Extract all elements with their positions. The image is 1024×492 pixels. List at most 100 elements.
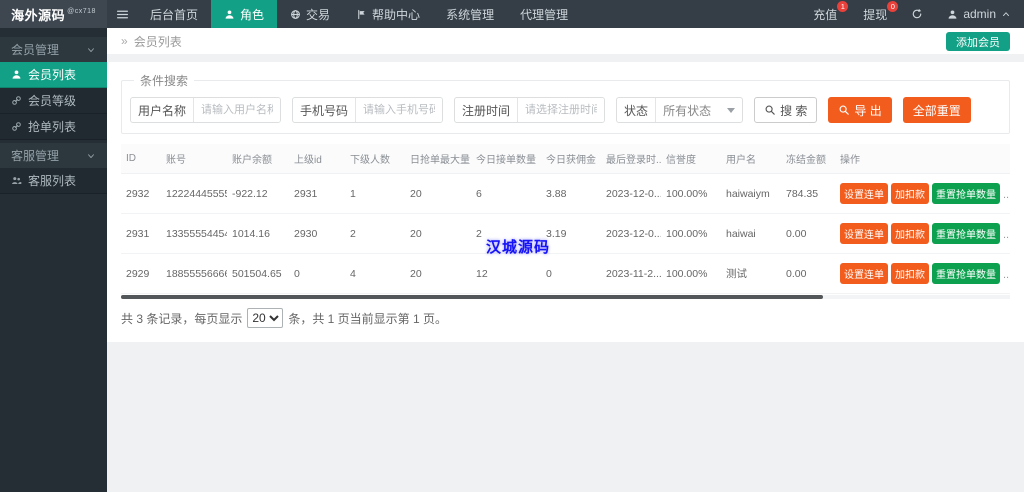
per-page-select[interactable]: 20	[247, 308, 284, 328]
more-actions-button[interactable]: ...	[1003, 269, 1010, 281]
reset-all-button[interactable]: 全部重置	[902, 97, 971, 123]
sidebar-item-label: 会员等级	[28, 94, 77, 108]
more-actions-button[interactable]: ...	[1003, 189, 1010, 201]
search-legend: 条件搜索	[140, 74, 189, 88]
breadcrumb-symbol: »	[121, 34, 128, 48]
table-row: 2931 13355554454 1014.16 2930 2 20 2 3.19 2023-1…	[121, 213, 1010, 254]
cell-subordinates: 1	[345, 173, 405, 214]
nav-item-help[interactable]: 帮助中心	[343, 0, 433, 28]
topbar: 海外源码 @cx718 后台首页 角色 交易 帮助中心 系统管理 代理管理 充值 1 提现 …	[0, 0, 1024, 28]
cell-parent_id: 2931	[289, 173, 345, 214]
globe-icon	[291, 9, 300, 19]
cell-username: 测试	[721, 253, 781, 294]
cell-frozen: 784.35	[781, 173, 835, 214]
status-select[interactable]: 所有状态	[656, 98, 742, 122]
cell-actions: 设置连单加扣款重置抢单数量...	[835, 213, 1010, 254]
status-field-group: 状态 所有状态	[616, 97, 744, 123]
search-filters: 用户名称 手机号码 注册时间 状态 所有状态	[130, 97, 1001, 123]
link-icon	[12, 122, 21, 131]
cell-credit: 100.00%	[661, 213, 721, 254]
user-icon	[948, 9, 957, 19]
nav-item-system[interactable]: 系统管理	[433, 0, 507, 28]
set-chain-button[interactable]: 设置连单	[840, 223, 888, 244]
menu-toggle-button[interactable]	[107, 0, 137, 28]
flag-icon	[358, 9, 365, 19]
chevron-up-icon	[1003, 12, 1009, 17]
reset-grab-count-button[interactable]: 重置抢单数量	[932, 183, 1000, 204]
user-icon	[12, 70, 21, 79]
withdraw-link[interactable]: 提现 0	[850, 0, 900, 28]
username-input[interactable]	[194, 98, 281, 122]
cell-today_orders: 12	[471, 253, 541, 294]
cell-subordinates: 4	[345, 253, 405, 294]
recharge-link[interactable]: 充值 1	[800, 0, 850, 28]
logo-superscript: @cx718	[67, 7, 96, 15]
nav-item-agent[interactable]: 代理管理	[507, 0, 581, 28]
cell-parent_id: 0	[289, 253, 345, 294]
cell-username: haiwaiym	[721, 173, 781, 214]
cell-username: haiwai	[721, 213, 781, 254]
column-header: 账号	[161, 144, 227, 174]
register-time-field-label: 注册时间	[455, 98, 519, 122]
register-time-input[interactable]	[518, 98, 605, 122]
reset-grab-count-button[interactable]: 重置抢单数量	[932, 223, 1000, 244]
cell-balance: -922.12	[227, 173, 289, 214]
cell-balance: 501504.65	[227, 253, 289, 294]
logo-text: 海外源码	[11, 7, 66, 23]
reset-grab-count-button[interactable]: 重置抢单数量	[932, 263, 1000, 284]
status-select-value: 所有状态	[663, 103, 712, 118]
refresh-button[interactable]	[900, 0, 934, 28]
sidebar-item-grab-order-list[interactable]: 抢单列表	[0, 114, 107, 140]
column-header: 日抢单最大量	[405, 144, 471, 174]
nav-item-home[interactable]: 后台首页	[137, 0, 211, 28]
cell-last_login: 2023-12-0...	[601, 213, 661, 254]
adjust-funds-button[interactable]: 加扣款	[891, 263, 929, 284]
users-icon	[11, 177, 22, 184]
more-actions-button[interactable]: ...	[1003, 229, 1010, 241]
username-field-label: 用户名称	[131, 98, 195, 122]
cell-actions: 设置连单加扣款重置抢单数量...	[835, 253, 1010, 294]
sidebar-item-label: 客服列表	[28, 174, 77, 188]
search-button[interactable]: 搜 索	[754, 97, 818, 123]
nav-item-label: 帮助中心	[372, 7, 421, 22]
nav-item-label: 交易	[306, 7, 331, 22]
set-chain-button[interactable]: 设置连单	[840, 263, 888, 284]
nav-item-roles[interactable]: 角色	[211, 0, 278, 28]
recharge-label: 充值	[813, 7, 838, 22]
cell-today_orders: 6	[471, 173, 541, 214]
nav-item-label: 角色	[240, 7, 265, 22]
sidebar-group-service-management[interactable]: 客服管理	[0, 143, 107, 168]
adjust-funds-button[interactable]: 加扣款	[891, 183, 929, 204]
search-icon	[839, 105, 850, 115]
member-table: ID 账号 账户余额 上级id 下级人数 日抢单最大量 今日接单数量 今日获佣金 最后登录时..…	[121, 144, 1010, 294]
column-header: 操作	[835, 144, 1010, 174]
sidebar-item-service-list[interactable]: 客服列表	[0, 168, 107, 194]
username-field-group: 用户名称	[130, 97, 282, 123]
app-logo: 海外源码 @cx718	[0, 0, 107, 28]
menu-icon	[116, 10, 128, 18]
adjust-funds-button[interactable]: 加扣款	[891, 223, 929, 244]
cell-last_login: 2023-12-0...	[601, 173, 661, 214]
cell-credit: 100.00%	[661, 253, 721, 294]
horizontal-scrollbar-thumb[interactable]	[121, 295, 824, 299]
column-header: 下级人数	[345, 144, 405, 174]
cell-today_commission: 0	[541, 253, 601, 294]
admin-menu[interactable]: admin	[934, 0, 1024, 28]
cell-id: 2929	[121, 253, 161, 294]
breadcrumb-label: 会员列表	[133, 34, 182, 49]
set-chain-button[interactable]: 设置连单	[840, 183, 888, 204]
add-member-button[interactable]: 添加会员	[946, 32, 1010, 51]
nav-item-trade[interactable]: 交易	[277, 0, 343, 28]
register-time-field-group: 注册时间	[454, 97, 606, 123]
nav-item-label: 系统管理	[446, 7, 495, 22]
column-header: 今日接单数量	[471, 144, 541, 174]
table-body: 2932 12224445555 -922.12 2931 1 20 6 3.88 2023-1…	[121, 173, 1010, 294]
sidebar-item-member-list[interactable]: 会员列表	[0, 62, 107, 88]
sidebar-item-member-level[interactable]: 会员等级	[0, 88, 107, 114]
search-icon	[765, 105, 775, 115]
export-button[interactable]: 导 出	[828, 97, 892, 123]
cell-account: 18855556666	[161, 253, 227, 294]
sidebar-group-member-management[interactable]: 会员管理	[0, 37, 107, 62]
phone-input[interactable]	[356, 98, 443, 122]
